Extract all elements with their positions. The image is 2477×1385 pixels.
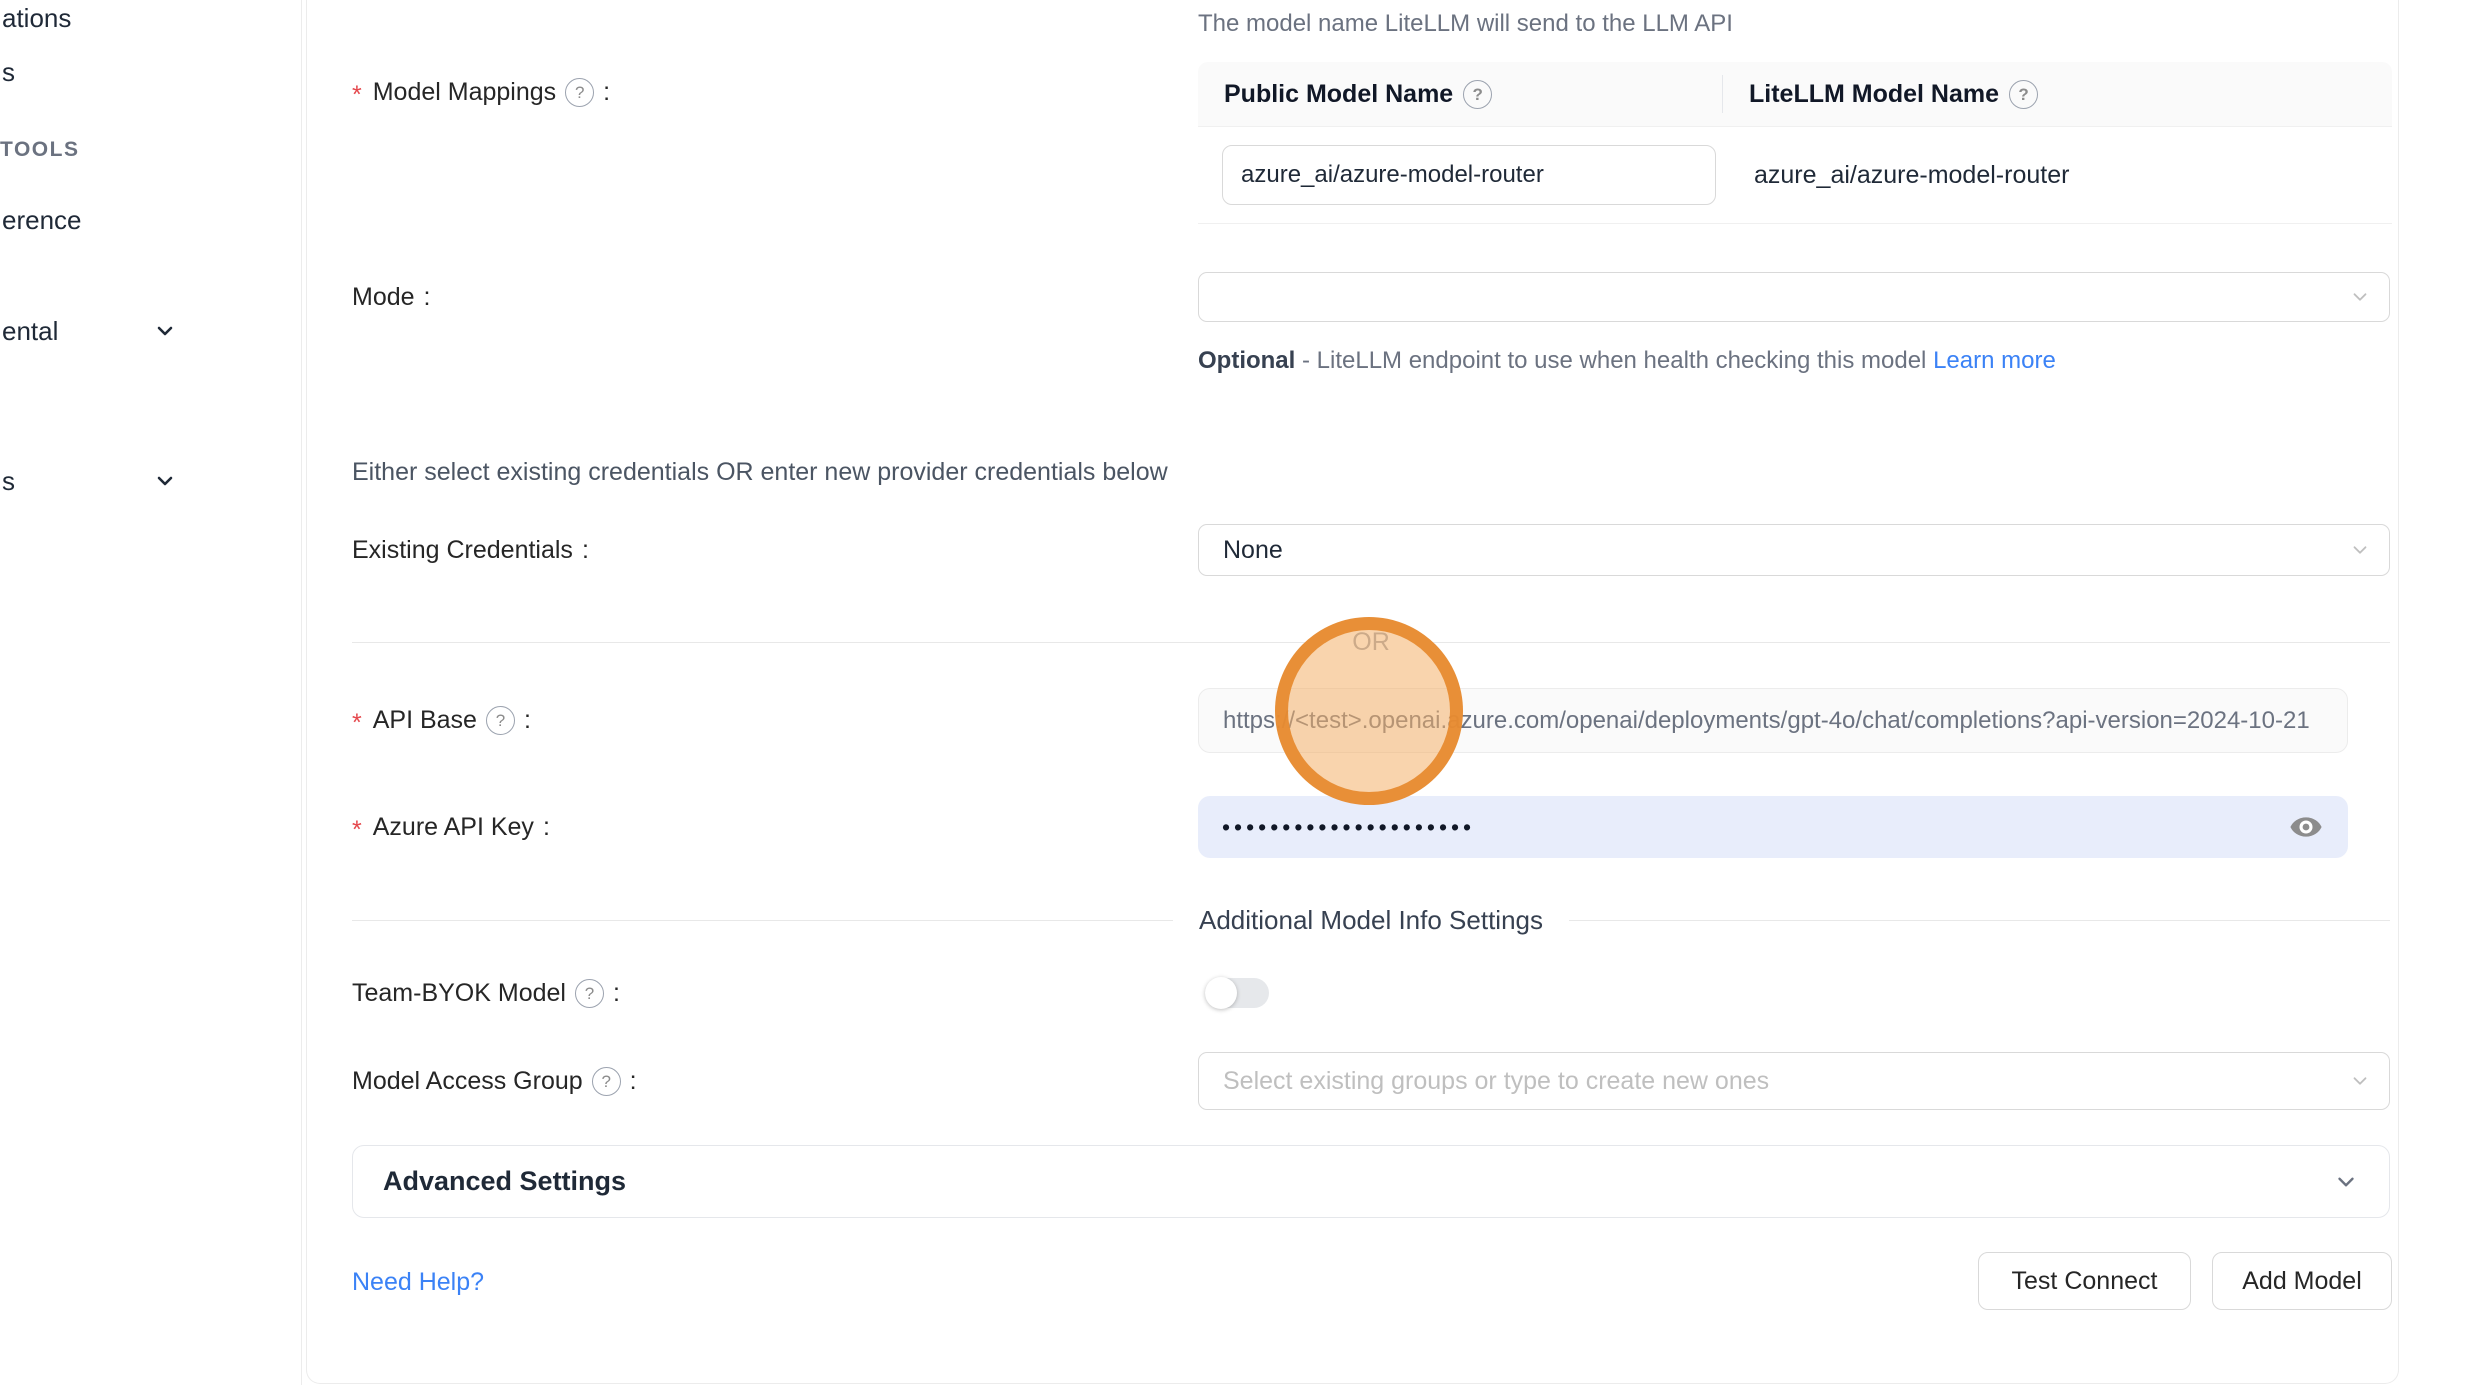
column-header-litellm-model-name: LiteLLM Model Name ? (1749, 80, 2038, 109)
chevron-down-icon (153, 319, 177, 343)
column-header-public-model-name: Public Model Name ? (1198, 80, 1722, 109)
advanced-settings-panel[interactable]: Advanced Settings (352, 1145, 2390, 1218)
public-model-name-input[interactable] (1222, 145, 1716, 205)
advanced-settings-title: Advanced Settings (383, 1166, 626, 1197)
model-name-hint: The model name LiteLLM will send to the … (1198, 10, 2178, 38)
team-byok-label: Team-BYOK Model ? : (352, 969, 620, 1017)
sidebar-item-label: ations (2, 3, 71, 34)
masked-api-key: ••••••••••••••••••••• (1222, 816, 1475, 839)
additional-settings-divider-label: Additional Model Info Settings (1199, 905, 1543, 936)
sidebar-item[interactable]: ations (0, 0, 300, 36)
mode-hint: Optional - LiteLLM endpoint to use when … (1198, 340, 2218, 381)
api-base-label: API Base ? : (352, 688, 531, 753)
azure-api-key-label: Azure API Key : (352, 796, 550, 858)
azure-api-key-field[interactable]: ••••••••••••••••••••• (1198, 796, 2348, 858)
model-access-group-select[interactable]: Select existing groups or type to create… (1198, 1052, 2390, 1110)
add-model-form-page: ations s TOOLS erence ental s The model … (0, 0, 2477, 1385)
learn-more-link[interactable]: Learn more (1933, 347, 2056, 374)
or-divider-label: OR (1352, 628, 1390, 657)
existing-credentials-select[interactable]: None (1198, 524, 2390, 576)
add-model-button[interactable]: Add Model (2212, 1252, 2392, 1310)
help-icon[interactable]: ? (575, 979, 604, 1008)
sidebar-item[interactable]: s (0, 463, 300, 499)
sidebar: ations s TOOLS erence ental s (0, 0, 302, 1385)
help-icon[interactable]: ? (486, 706, 515, 735)
help-icon[interactable]: ? (592, 1067, 621, 1096)
sidebar-item-label: erence (2, 205, 82, 236)
chevron-down-icon (2349, 286, 2371, 308)
team-byok-toggle[interactable] (1205, 978, 1269, 1008)
model-mappings-table: Public Model Name ? LiteLLM Model Name ?… (1198, 62, 2392, 224)
table-row: azure_ai/azure-model-router (1198, 127, 2392, 224)
sidebar-item[interactable]: erence (0, 202, 300, 238)
sidebar-item-label: s (2, 466, 15, 497)
model-access-group-label: Model Access Group ? : (352, 1052, 637, 1110)
additional-settings-divider: Additional Model Info Settings (352, 900, 2390, 940)
or-divider: OR (352, 622, 2390, 662)
sidebar-section-tools: TOOLS (0, 138, 79, 162)
mode-label: Mode : (352, 272, 431, 322)
help-icon[interactable]: ? (2009, 80, 2038, 109)
model-access-group-placeholder: Select existing groups or type to create… (1223, 1067, 1769, 1096)
sidebar-item-label: s (2, 57, 15, 88)
litellm-model-name-value: azure_ai/azure-model-router (1754, 127, 2069, 223)
chevron-down-icon (2349, 539, 2371, 561)
mode-select[interactable] (1198, 272, 2390, 322)
help-icon[interactable]: ? (565, 78, 594, 107)
chevron-down-icon (2333, 1169, 2359, 1195)
credentials-note: Either select existing credentials OR en… (352, 452, 1168, 492)
column-separator (1722, 75, 1723, 113)
test-connect-button[interactable]: Test Connect (1978, 1252, 2191, 1310)
chevron-down-icon (153, 469, 177, 493)
help-icon[interactable]: ? (1463, 80, 1492, 109)
sidebar-item[interactable]: ental (0, 313, 300, 349)
need-help-link[interactable]: Need Help? (352, 1262, 484, 1302)
existing-credentials-label: Existing Credentials : (352, 524, 589, 576)
api-base-field[interactable]: https://<test>.openai.azure.com/openai/d… (1198, 688, 2348, 753)
eye-icon[interactable] (2288, 809, 2324, 845)
sidebar-item-label: ental (2, 316, 58, 347)
sidebar-item[interactable]: s (0, 54, 300, 90)
table-header-row: Public Model Name ? LiteLLM Model Name ? (1198, 62, 2392, 127)
chevron-down-icon (2349, 1070, 2371, 1092)
model-mappings-label: Model Mappings ? : (352, 66, 610, 118)
